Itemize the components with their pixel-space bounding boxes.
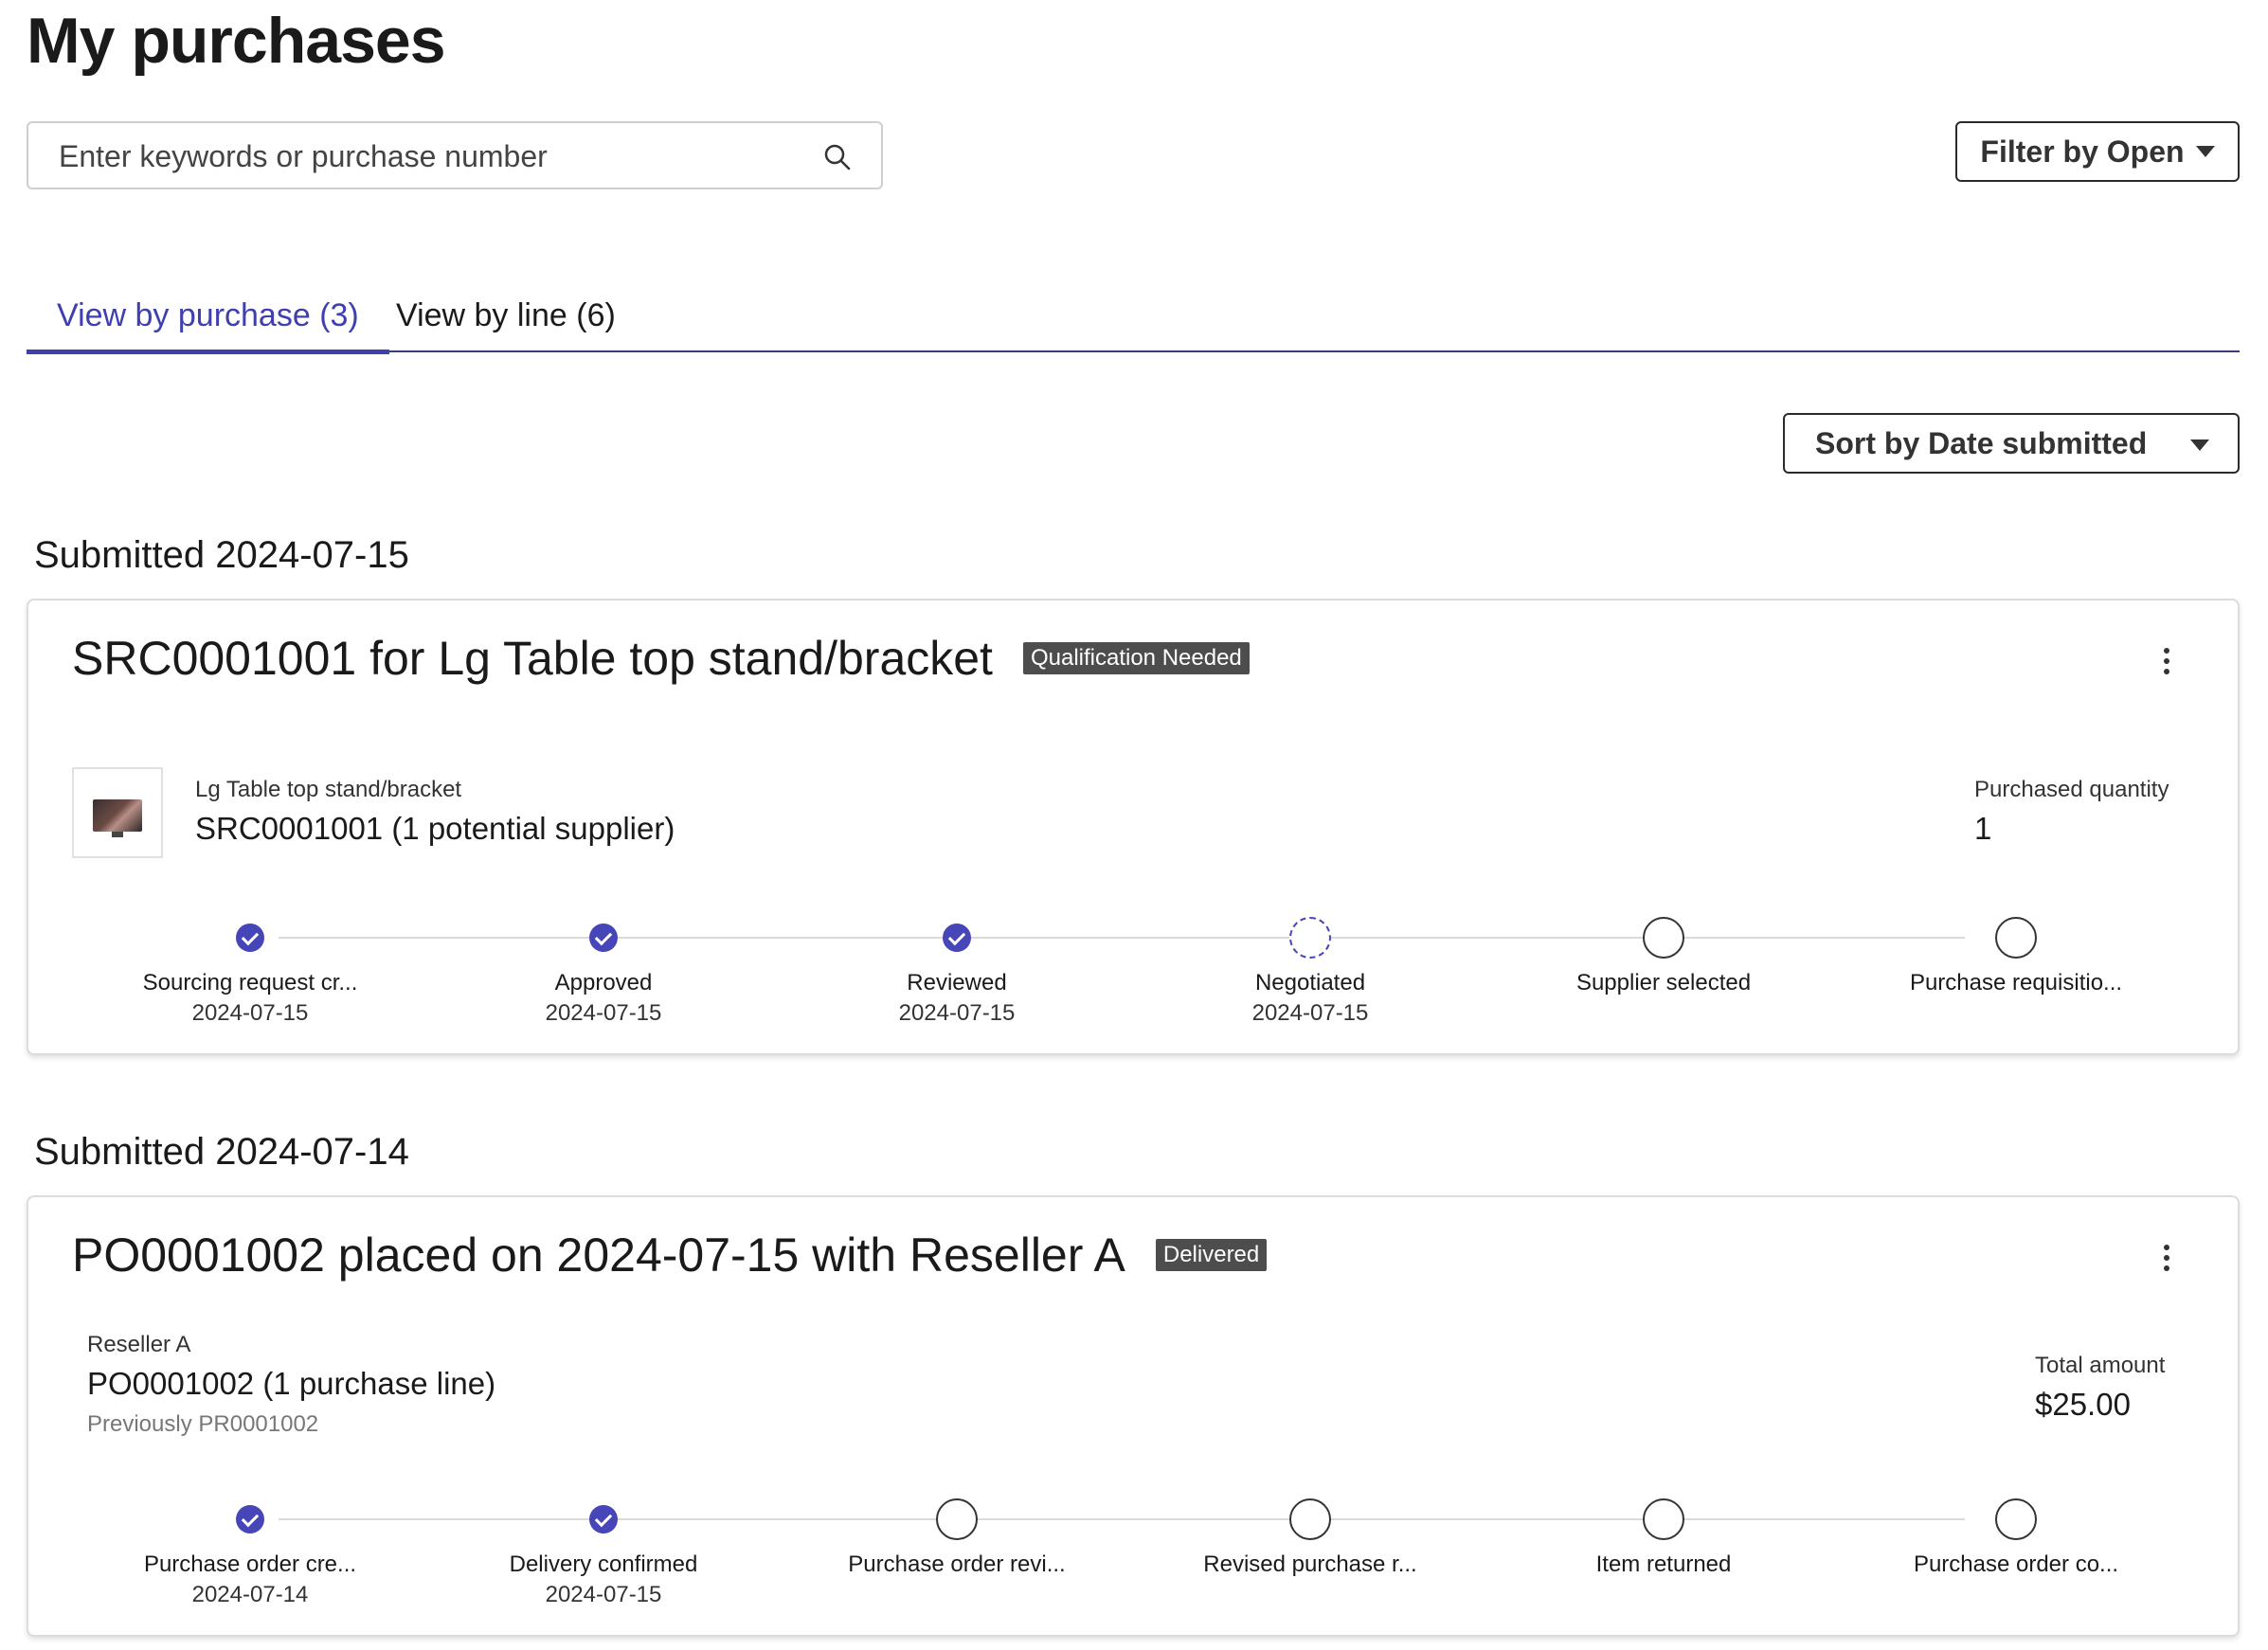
step: Purchase order revi... — [815, 1483, 1099, 1582]
step: Purchase order co... — [1874, 1483, 2158, 1582]
step-label: Reviewed — [907, 970, 1007, 995]
status-badge: Qualification Needed — [1022, 642, 1250, 674]
group-heading: Submitted 2024-07-15 — [34, 534, 409, 576]
card-title-text[interactable]: PO0001002 placed on 2024-07-15 with Rese… — [72, 1228, 1125, 1282]
sort-button-label: Sort by Date submitted — [1815, 426, 2148, 460]
caret-down-icon — [2195, 146, 2215, 157]
step-label: Delivery confirmed — [509, 1551, 698, 1577]
metric-value: 1 — [1974, 811, 1992, 846]
search-icon[interactable] — [822, 142, 853, 172]
status-badge: Delivered — [1155, 1239, 1268, 1271]
step: Approved 2024-07-15 — [461, 902, 746, 1027]
step-label: Sourcing request cr... — [142, 970, 358, 995]
metric-label: Purchased quantity — [1974, 777, 2169, 802]
product-thumbnail — [72, 767, 163, 858]
step-label: Approved — [554, 970, 653, 995]
filter-button-label: Filter by Open — [1980, 134, 2185, 169]
metric-value: $25.00 — [2035, 1387, 2131, 1422]
pending-icon — [1995, 1498, 2037, 1540]
line-main[interactable]: SRC0001001 (1 potential supplier) — [195, 811, 675, 847]
tab-view-by-line[interactable]: View by line (6) — [366, 297, 646, 352]
tab-view-by-purchase[interactable]: View by purchase (3) — [27, 297, 389, 354]
more-options-icon[interactable] — [2162, 648, 2171, 676]
pending-icon — [1643, 917, 1684, 959]
step-label: Purchase requisitio... — [1909, 970, 2123, 995]
step-label: Purchase order cre... — [143, 1551, 357, 1577]
pending-icon — [1289, 1498, 1331, 1540]
progress-stepper: Sourcing request cr... 2024-07-15 Approv… — [28, 902, 2241, 1026]
search-input[interactable] — [59, 136, 798, 176]
filter-button[interactable]: Filter by Open — [1955, 121, 2240, 182]
more-options-icon[interactable] — [2162, 1245, 2171, 1273]
step: Delivery confirmed 2024-07-15 — [461, 1483, 746, 1608]
step-date: 2024-07-14 — [191, 1582, 309, 1607]
line-sub: Previously PR0001002 — [87, 1411, 319, 1437]
tab-bar: View by purchase (3) View by line (6) — [27, 294, 2240, 354]
step: Revised purchase r... — [1168, 1483, 1452, 1582]
check-icon — [943, 924, 971, 952]
check-icon — [589, 1505, 618, 1533]
step-date: 2024-07-15 — [1251, 1000, 1369, 1026]
step-date: 2024-07-15 — [545, 1582, 662, 1607]
step-label: Revised purchase r... — [1203, 1551, 1417, 1577]
pending-icon — [1643, 1498, 1684, 1540]
search-box[interactable] — [27, 121, 883, 189]
step: Supplier selected — [1521, 902, 1806, 1000]
line-main[interactable]: PO0001002 (1 purchase line) — [87, 1366, 495, 1402]
group-heading: Submitted 2024-07-14 — [34, 1131, 409, 1173]
step-label: Purchase order revi... — [848, 1551, 1066, 1577]
card-title[interactable]: PO0001002 placed on 2024-07-15 with Rese… — [72, 1228, 1268, 1282]
check-icon — [589, 924, 618, 952]
step-label: Negotiated — [1254, 970, 1366, 995]
metric-label: Total amount — [2035, 1353, 2166, 1378]
step: Item returned — [1521, 1483, 1806, 1582]
step-date: 2024-07-15 — [898, 1000, 1016, 1026]
in-progress-icon — [1289, 917, 1331, 959]
pending-icon — [936, 1498, 978, 1540]
sort-button[interactable]: Sort by Date submitted — [1783, 413, 2240, 474]
progress-stepper: Purchase order cre... 2024-07-14 Deliver… — [28, 1483, 2241, 1607]
step-date: 2024-07-15 — [545, 1000, 662, 1026]
check-icon — [236, 1505, 264, 1533]
purchase-card[interactable]: SRC0001001 for Lg Table top stand/bracke… — [27, 599, 2240, 1055]
step-label: Item returned — [1595, 1551, 1732, 1577]
check-icon — [236, 924, 264, 952]
caret-down-icon — [2190, 439, 2209, 451]
step-date: 2024-07-15 — [191, 1000, 309, 1026]
purchase-card[interactable]: PO0001002 placed on 2024-07-15 with Rese… — [27, 1195, 2240, 1637]
line-caption: Lg Table top stand/bracket — [195, 777, 462, 802]
step: Purchase requisitio... — [1874, 902, 2158, 1000]
step: Purchase order cre... 2024-07-14 — [108, 1483, 392, 1608]
step: Negotiated 2024-07-15 — [1168, 902, 1452, 1027]
card-title[interactable]: SRC0001001 for Lg Table top stand/bracke… — [72, 631, 1250, 686]
card-title-text[interactable]: SRC0001001 for Lg Table top stand/bracke… — [72, 631, 993, 686]
step: Reviewed 2024-07-15 — [815, 902, 1099, 1027]
step-label: Supplier selected — [1575, 970, 1752, 995]
pending-icon — [1995, 917, 2037, 959]
page-title: My purchases — [27, 5, 446, 77]
line-caption: Reseller A — [87, 1332, 191, 1357]
step: Sourcing request cr... 2024-07-15 — [108, 902, 392, 1027]
step-label: Purchase order co... — [1913, 1551, 2119, 1577]
